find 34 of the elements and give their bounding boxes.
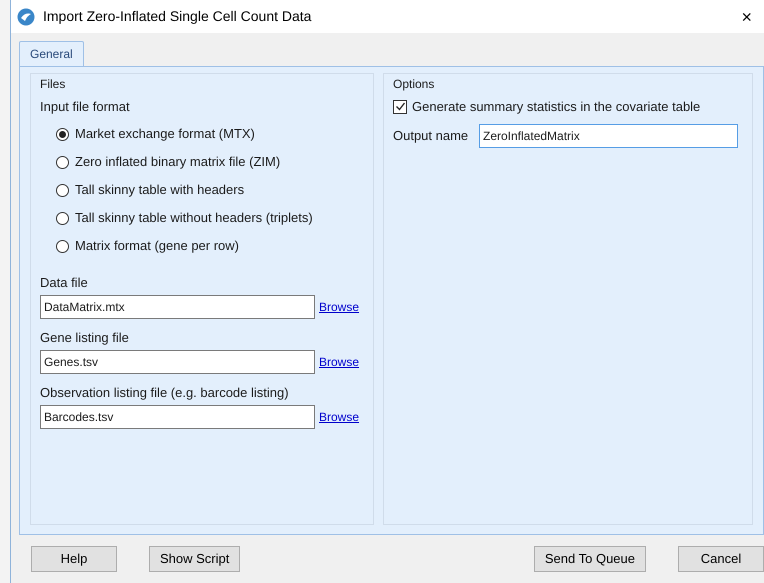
browse-link[interactable]: Browse [319,352,360,370]
field-label: Gene listing file [40,328,130,344]
browse-link[interactable]: Browse [319,298,360,316]
radio-label: Zero inflated binary matrix file (ZIM) [75,153,280,172]
close-button[interactable]: × [737,8,756,26]
radio-button[interactable] [56,212,69,224]
radio-label: Tall skinny table without headers (triplets) [75,209,313,228]
input-field[interactable]: ZeroInflatedMatrix [479,124,738,148]
group-title: Files [40,76,66,93]
radio-label: Tall skinny table with headers [75,181,244,200]
radio-button[interactable] [56,128,69,140]
dialog-button[interactable]: Cancel [678,546,764,572]
tab[interactable]: General [19,41,84,66]
input-field[interactable]: Barcodes.tsv [40,404,315,428]
browse-link[interactable]: Browse [319,408,360,426]
checkbox[interactable] [393,100,407,114]
group-title: Options [393,76,436,93]
input-field[interactable]: Genes.tsv [40,350,315,374]
dialog-button[interactable]: Help [31,546,117,572]
radio-label: Market exchange format (MTX) [75,125,255,144]
input-field[interactable]: DataMatrix.mtx [40,294,315,318]
field-label: Data file [40,274,89,290]
radio-button[interactable] [56,156,69,168]
dialog-button[interactable]: Show Script [149,546,240,572]
dialog-button[interactable]: Send To Queue [534,546,646,572]
checkbox-label: Generate summary statistics in the covariate table [412,98,700,116]
field-label: Observation listing file (e.g. barcode listing) [40,384,290,400]
window-title: Import Zero-Inflated Single Cell Count Data [43,7,312,26]
app-logo-icon [17,8,35,26]
radio-button[interactable] [56,240,69,252]
radio-label: Matrix format (gene per row) [75,237,239,256]
format-label: Input file format [40,98,131,116]
radio-button[interactable] [56,184,69,196]
field-label: Output name [393,126,470,145]
